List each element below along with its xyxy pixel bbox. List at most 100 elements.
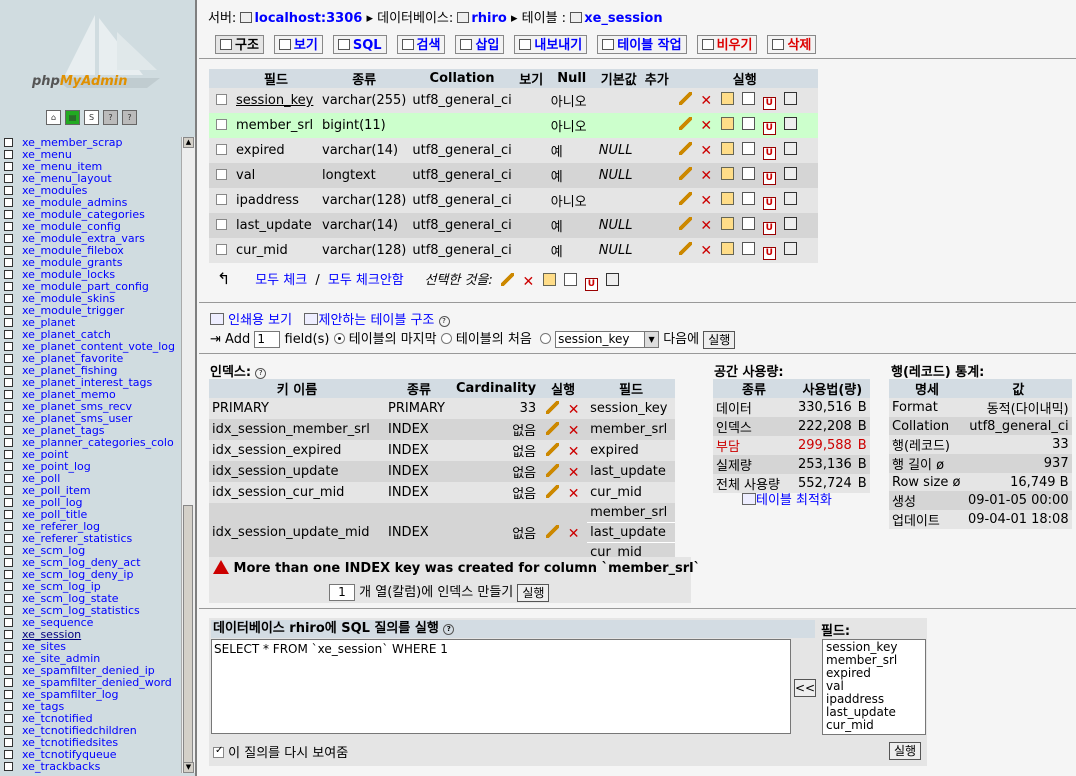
table-icon[interactable]	[4, 222, 13, 231]
table-icon[interactable]	[4, 174, 13, 183]
sql-fields-list[interactable]: session_key member_srl expired val ipaddress…	[822, 639, 926, 735]
phpmyadmin-logo-text[interactable]: phpMyAdmin	[32, 74, 128, 89]
table-icon[interactable]	[4, 702, 13, 711]
fulltext-icon[interactable]	[783, 216, 797, 230]
help-icon[interactable]: ?	[255, 368, 267, 379]
drop-icon[interactable]: ✕	[700, 194, 713, 208]
fulltext-icon[interactable]	[783, 91, 797, 105]
fulltext-icon[interactable]	[783, 141, 797, 155]
tab-structure[interactable]: 구조	[215, 35, 264, 54]
table-icon[interactable]	[4, 498, 13, 507]
table-icon[interactable]	[4, 246, 13, 255]
sql-query-textarea[interactable]: SELECT * FROM `xe_session` WHERE 1	[211, 639, 791, 734]
drop-icon[interactable]: ✕	[567, 527, 580, 541]
field-name[interactable]: cur_mid	[233, 238, 319, 263]
table-icon[interactable]	[4, 678, 13, 687]
sidebar-table-item[interactable]: xe_trackbacks	[4, 761, 182, 773]
edit-icon[interactable]	[546, 442, 560, 456]
help-icon[interactable]: ?	[122, 110, 137, 125]
edit-icon[interactable]	[678, 216, 692, 230]
drop-icon[interactable]: ✕	[700, 119, 713, 133]
create-index-go-button[interactable]: 실행	[517, 583, 550, 602]
bulk-fulltext-icon[interactable]	[605, 273, 619, 286]
table-icon[interactable]	[4, 486, 13, 495]
table-icon[interactable]	[4, 558, 13, 567]
check-all-link[interactable]: 모두 체크	[255, 273, 307, 288]
drop-icon[interactable]: ✕	[700, 144, 713, 158]
table-icon[interactable]	[4, 630, 13, 639]
tab-insert[interactable]: 삽입	[455, 35, 505, 54]
table-icon[interactable]	[4, 510, 13, 519]
index-icon[interactable]	[741, 91, 755, 105]
table-icon[interactable]	[4, 402, 13, 411]
row-checkbox[interactable]	[215, 194, 227, 205]
table-icon[interactable]	[4, 390, 13, 399]
add-field-count-input[interactable]: 1	[254, 331, 281, 348]
row-checkbox[interactable]	[215, 244, 227, 255]
scroll-down-arrow-icon[interactable]: ▼	[183, 762, 194, 773]
tab-drop[interactable]: 삭제	[767, 35, 817, 54]
edit-icon[interactable]	[546, 463, 560, 477]
row-checkbox[interactable]	[215, 219, 227, 230]
field-name[interactable]: ipaddress	[233, 188, 319, 213]
table-icon[interactable]	[4, 462, 13, 471]
edit-icon[interactable]	[546, 524, 560, 538]
row-checkbox[interactable]	[215, 94, 227, 105]
index-icon[interactable]	[741, 116, 755, 130]
print-view-link[interactable]: 인쇄용 보기	[228, 313, 292, 328]
tab-empty[interactable]: 비우기	[696, 35, 758, 54]
table-icon[interactable]	[4, 294, 13, 303]
table-icon[interactable]	[4, 594, 13, 603]
sql-field-option[interactable]: cur_mid	[826, 719, 922, 732]
table-icon[interactable]	[4, 750, 13, 759]
unique-icon[interactable]: U	[762, 146, 776, 160]
home-icon[interactable]: ⌂	[46, 110, 61, 125]
index-icon[interactable]	[741, 166, 755, 180]
radio-at-beginning[interactable]	[440, 333, 452, 344]
edit-icon[interactable]	[678, 91, 692, 105]
primary-key-icon[interactable]	[720, 141, 734, 155]
structure-row[interactable]: member_srl bigint(11) 아니오 ✕ U	[209, 113, 818, 138]
bulk-index-icon[interactable]	[563, 273, 577, 286]
primary-key-icon[interactable]	[720, 216, 734, 230]
table-icon[interactable]	[4, 690, 13, 699]
table-icon[interactable]	[4, 654, 13, 663]
tab-operations[interactable]: 테이블 작업	[597, 35, 687, 54]
help-icon[interactable]: ?	[443, 624, 455, 635]
structure-row[interactable]: ipaddress varchar(128) utf8_general_ci 아니오 ✕…	[209, 188, 818, 213]
tab-sql[interactable]: SQL	[332, 35, 387, 54]
add-field-go-button[interactable]: 실행	[703, 330, 736, 349]
structure-row[interactable]: last_update varchar(14) utf8_general_ci 예 NU…	[209, 213, 818, 238]
bulk-primary-key-icon[interactable]	[542, 273, 556, 286]
unique-icon[interactable]: U	[762, 96, 776, 110]
table-icon[interactable]	[4, 210, 13, 219]
index-icon[interactable]	[741, 241, 755, 255]
table-icon[interactable]	[4, 306, 13, 315]
table-icon[interactable]	[4, 618, 13, 627]
tab-browse[interactable]: 보기	[273, 35, 323, 54]
table-icon[interactable]	[4, 138, 13, 147]
drop-icon[interactable]: ✕	[567, 424, 580, 438]
drop-icon[interactable]: ✕	[567, 403, 580, 417]
bulk-unique-icon[interactable]: U	[584, 278, 598, 291]
row-checkbox[interactable]	[215, 119, 227, 130]
row-checkbox[interactable]	[215, 169, 227, 180]
drop-icon[interactable]: ✕	[567, 445, 580, 459]
uncheck-all-link[interactable]: 모두 체크안함	[328, 273, 404, 288]
table-icon[interactable]	[4, 582, 13, 591]
bulk-drop-icon[interactable]: ✕	[522, 275, 535, 289]
tab-search[interactable]: 검색	[396, 35, 446, 54]
after-field-select[interactable]: session_key ▼	[555, 331, 660, 348]
sql-icon[interactable]: S	[84, 110, 99, 125]
table-icon[interactable]	[4, 570, 13, 579]
edit-icon[interactable]	[678, 116, 692, 130]
table-icon[interactable]	[4, 642, 13, 651]
field-name[interactable]: val	[233, 163, 319, 188]
primary-key-icon[interactable]	[720, 241, 734, 255]
structure-row[interactable]: cur_mid varchar(128) utf8_general_ci 예 NULL ✕…	[209, 238, 818, 263]
scroll-up-arrow-icon[interactable]: ▲	[183, 137, 194, 148]
primary-key-icon[interactable]	[720, 166, 734, 180]
table-icon[interactable]	[4, 522, 13, 531]
unique-icon[interactable]: U	[762, 196, 776, 210]
structure-row[interactable]: session_key varchar(255) utf8_general_ci 아니…	[209, 88, 818, 113]
